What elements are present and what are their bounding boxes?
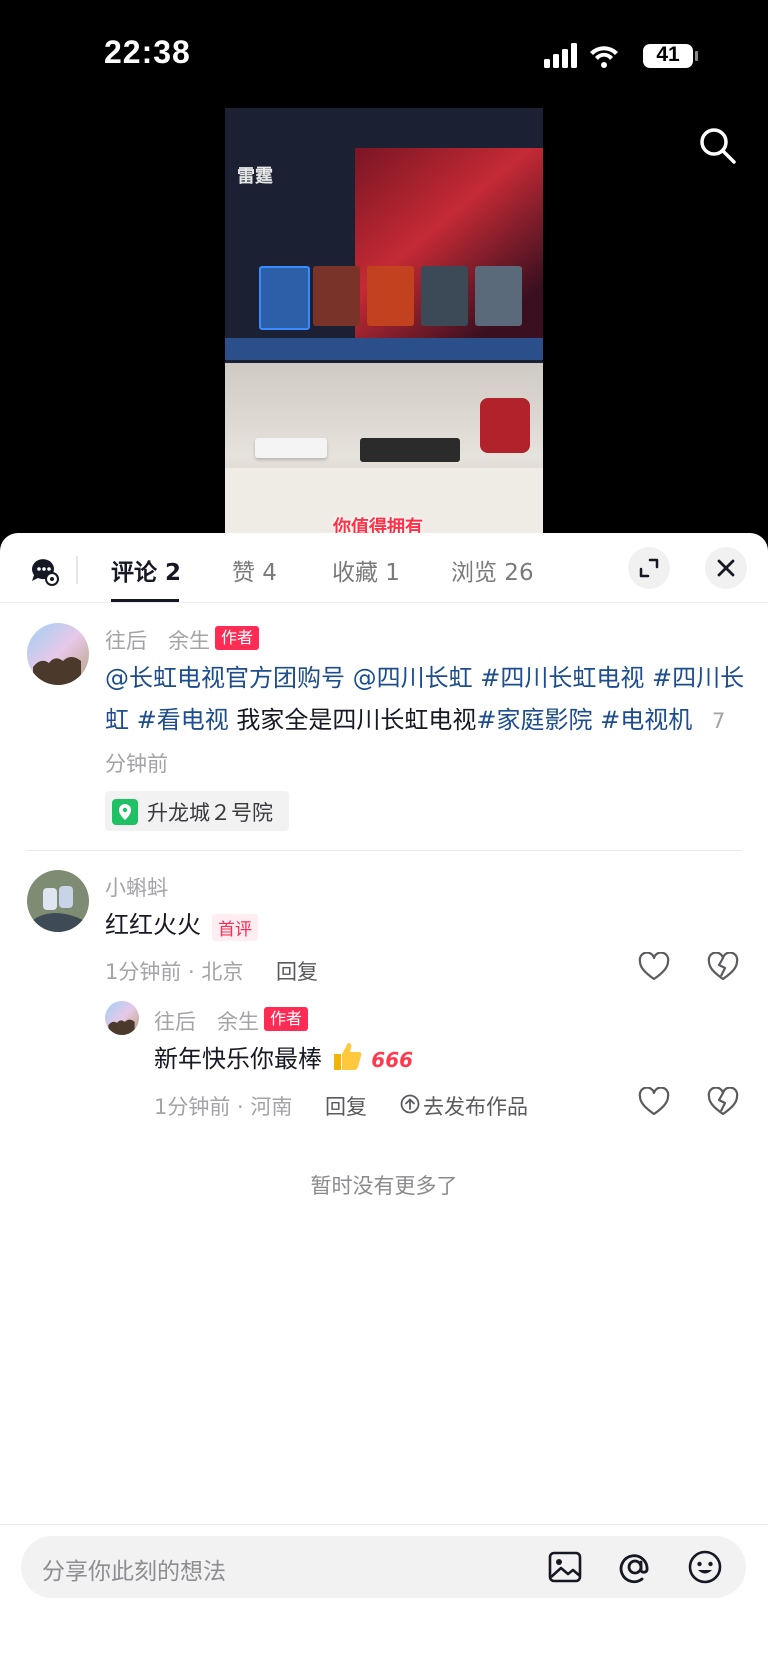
tv-poster [355,148,543,358]
no-more-text: 暂时没有更多了 [310,1174,458,1198]
author-name[interactable]: 往后 余生 [105,625,210,655]
expand-button[interactable] [628,547,670,589]
reply-text-body: 新年快乐你最棒 [154,1045,322,1073]
emoji-666: 666 [371,1048,414,1072]
avatar[interactable] [105,1001,139,1035]
publish-work-link[interactable]: 去发布作品 [423,1091,528,1121]
author-tag: 作者 [264,1007,309,1031]
thumbs-up-icon [330,1040,364,1072]
status-time: 22:38 [104,34,191,70]
reply-meta: 1分钟前 · 河南 [154,1095,293,1119]
dislike-icon[interactable] [707,1086,739,1117]
close-button[interactable] [705,547,747,589]
comment-meta: 1分钟前 · 北京 [105,960,244,984]
mention-icon[interactable] [616,1548,654,1586]
post-description: @长虹电视官方团购号 @四川长虹 #四川长虹电视 #四川长虹 #看电视 我家全是… [105,657,745,785]
chat-settings-icon[interactable] [28,555,60,587]
tab-comments[interactable]: 评论 2 [111,553,181,587]
first-comment-badge: 首评 [212,914,258,941]
avatar[interactable] [27,623,89,685]
input-divider [0,1524,768,1525]
tab-views[interactable]: 浏览 26 [451,553,534,587]
red-decoration [480,398,530,453]
comment-text: 红红火火 [105,911,201,939]
location-pin-icon [112,799,138,825]
reply-text: 新年快乐你最棒 666 [154,1038,413,1081]
set-top-box [360,438,460,462]
author-tag: 作者 [215,626,260,650]
avatar[interactable] [27,870,89,932]
expand-icon [639,558,659,578]
post-divider [27,850,741,851]
video-player[interactable]: 雷霆 [225,108,543,534]
tab-likes[interactable]: 赞 4 [232,553,277,587]
publish-arrow-icon [400,1094,420,1114]
battery-level: 41 [656,43,680,66]
sheet-divider [0,602,768,603]
location-text: 升龙城２号院 [147,801,273,825]
like-icon[interactable] [638,951,670,982]
tv-bottom-bar [225,338,543,360]
post-hashtags[interactable]: #家庭影院 #电视机 [476,706,692,734]
reply-button[interactable]: 回复 [325,1091,367,1121]
post-text: 我家全是四川长虹电视 [228,706,477,734]
dislike-icon[interactable] [707,951,739,982]
reply-author-name[interactable]: 往后 余生 [154,1006,259,1036]
reply-button[interactable]: 回复 [276,956,318,986]
tab-divider [76,556,78,584]
search-icon[interactable] [697,125,737,165]
image-icon[interactable] [546,1548,584,1586]
commenter-name[interactable]: 小蝌蚪 [105,872,168,902]
like-icon[interactable] [638,1086,670,1117]
tv-title: 雷霆 [237,166,273,187]
emoji-icon[interactable] [686,1548,724,1586]
close-icon [717,559,735,577]
comment-input-placeholder[interactable]: 分享你此刻的想法 [42,1552,226,1586]
tab-favorites[interactable]: 收藏 1 [332,553,400,587]
router [255,438,327,458]
